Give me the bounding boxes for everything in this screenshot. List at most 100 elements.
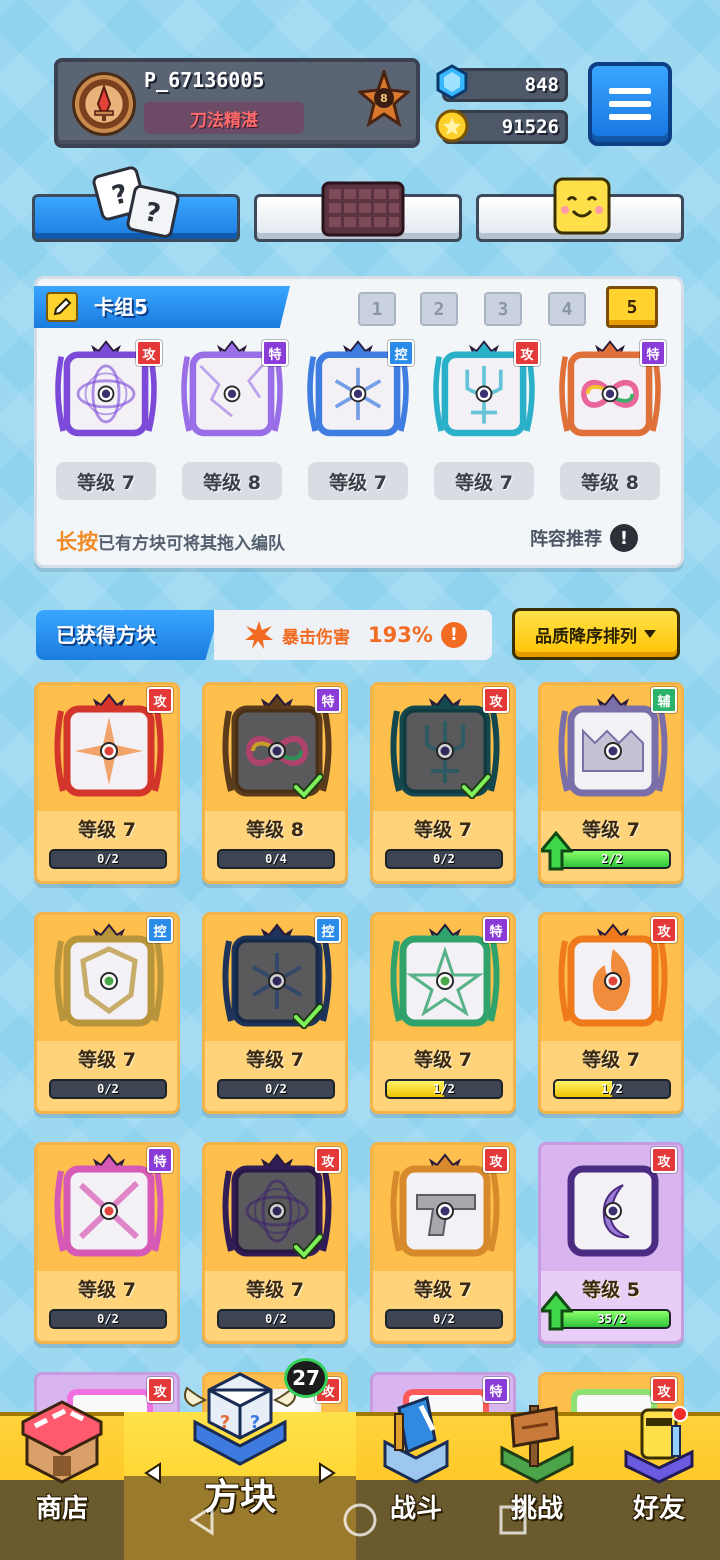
battle-icon <box>383 1395 449 1484</box>
card-type-tag: 攻 <box>315 1147 341 1173</box>
owned-card[interactable]: 攻等级 5 35/2 <box>538 1142 684 1344</box>
card-level: 等级 7 <box>414 1279 472 1301</box>
card-type-tag: 特 <box>483 917 509 943</box>
dice-icon: ? ? <box>92 166 180 238</box>
menu-button[interactable] <box>588 62 672 146</box>
owned-title: 已获得方块 <box>36 610 220 660</box>
avatar[interactable] <box>72 72 136 136</box>
card-type-tag: 攻 <box>651 917 677 943</box>
progress-text: 0/4 <box>265 852 287 866</box>
nav-challenge[interactable]: 挑战 <box>476 1392 598 1525</box>
deck-card[interactable]: 控 <box>304 338 414 446</box>
crit-value: 193% <box>368 623 433 647</box>
card-type-tag: 攻 <box>136 340 162 366</box>
in-deck-check-icon <box>461 773 491 799</box>
shop-icon <box>21 1400 103 1484</box>
nav-friends[interactable]: 好友 <box>598 1392 720 1525</box>
progress-text: 0/2 <box>433 852 455 866</box>
deck-card[interactable]: 特 <box>178 338 288 446</box>
card-progress-bar: 1/2 <box>553 1079 671 1099</box>
sword-icon <box>94 84 114 121</box>
progress-text: 0/2 <box>97 1312 119 1326</box>
card-type-tag: 特 <box>640 340 666 366</box>
sort-button[interactable]: 品质降序排列 <box>512 608 680 660</box>
owned-card[interactable]: 控等级 7 0/2 <box>34 912 180 1114</box>
deck-slot-1[interactable]: 1 <box>358 292 396 326</box>
in-deck-check-icon <box>293 773 323 799</box>
card-level: 等级 7 <box>246 1049 304 1071</box>
owned-card[interactable]: 辅等级 7 2/2 <box>538 682 684 884</box>
player-name: P_67136005 <box>144 68 265 92</box>
system-recents-icon[interactable] <box>498 1504 528 1536</box>
deck-slot-2[interactable]: 2 <box>420 292 458 326</box>
crit-damage-box[interactable]: 暴击伤害 193% ! <box>214 610 492 660</box>
upgrade-arrow-icon[interactable] <box>539 1291 573 1331</box>
player-profile[interactable]: P_67136005 刀法精湛 8 <box>54 58 420 148</box>
card-progress-bar: 0/2 <box>49 849 167 869</box>
sort-label: 品质降序排列 <box>535 626 637 647</box>
info-icon: ! <box>610 524 638 552</box>
crit-label: 暴击伤害 <box>282 627 350 648</box>
nav-label: 战斗 <box>389 1494 442 1524</box>
svg-text:?: ? <box>220 1412 230 1433</box>
deck-card-level: 等级 7 <box>308 462 408 500</box>
card-type-tag: 控 <box>315 917 341 943</box>
in-deck-check-icon <box>293 1233 323 1259</box>
deck-card-level: 等级 8 <box>182 462 282 500</box>
deck-slot-5[interactable]: 5 <box>606 286 658 328</box>
deck-card[interactable]: 攻 <box>430 338 540 446</box>
owned-card[interactable]: 攻等级 7 1/2 <box>538 912 684 1114</box>
card-type-tag: 攻 <box>651 1147 677 1173</box>
lineup-recommend-button[interactable]: 阵容推荐 ! <box>530 524 638 552</box>
nav-shop[interactable]: 商店 <box>0 1392 124 1525</box>
progress-text: 1/2 <box>601 1082 623 1096</box>
owned-card[interactable]: 攻等级 7 0/2 <box>370 682 516 884</box>
card-type-tag: 特 <box>262 340 288 366</box>
owned-card[interactable]: 特等级 7 1/2 <box>370 912 516 1114</box>
owned-card[interactable]: 攻等级 7 0/2 <box>370 1142 516 1344</box>
upgrade-arrow-icon[interactable] <box>539 831 573 871</box>
player-title: 刀法精湛 <box>144 102 304 134</box>
owned-card[interactable]: 控等级 7 0/2 <box>202 912 348 1114</box>
card-type-tag: 控 <box>388 340 414 366</box>
tab-board[interactable] <box>254 181 462 242</box>
progress-text: 1/2 <box>433 1082 455 1096</box>
owned-card[interactable]: 攻等级 7 0/2 <box>34 682 180 884</box>
tab-emoji[interactable] <box>476 177 684 242</box>
board-icon <box>321 181 405 237</box>
tab-dice[interactable]: ? ? <box>32 166 240 242</box>
crit-info-icon[interactable]: ! <box>440 622 467 648</box>
deck-slot-3[interactable]: 3 <box>484 292 522 326</box>
card-level: 等级 7 <box>414 819 472 841</box>
deck-card[interactable]: 攻 <box>52 338 162 446</box>
card-level: 等级 7 <box>78 819 136 841</box>
card-type-tag: 攻 <box>514 340 540 366</box>
system-back-icon[interactable] <box>188 1504 216 1536</box>
deck-hint: 长按已有方块可将其拖入编队 <box>56 526 285 556</box>
progress-text: 0/2 <box>97 852 119 866</box>
card-type-tag: 特 <box>147 1147 173 1173</box>
card-level: 等级 7 <box>78 1049 136 1071</box>
rename-deck-button[interactable] <box>46 292 78 322</box>
owned-card[interactable]: 特等级 8 0/4 <box>202 682 348 884</box>
card-progress-bar: 0/2 <box>385 849 503 869</box>
arrow-left-icon[interactable] <box>144 1462 162 1484</box>
nav-label: 商店 <box>35 1494 88 1524</box>
owned-card[interactable]: 攻等级 7 0/2 <box>202 1142 348 1344</box>
in-deck-check-icon <box>293 1003 323 1029</box>
deck-card[interactable]: 特 <box>556 338 666 446</box>
card-progress-bar: 1/2 <box>385 1079 503 1099</box>
progress-text: 0/2 <box>433 1312 455 1326</box>
card-level: 等级 7 <box>78 1279 136 1301</box>
owned-card[interactable]: 特等级 7 0/2 <box>34 1142 180 1344</box>
card-level: 等级 7 <box>582 1049 640 1071</box>
card-progress-bar: 0/2 <box>385 1309 503 1329</box>
deck-slot-4[interactable]: 4 <box>548 292 586 326</box>
arrow-right-icon[interactable] <box>318 1462 336 1484</box>
card-progress-bar: 0/2 <box>49 1309 167 1329</box>
deck-card-level: 等级 7 <box>434 462 534 500</box>
system-home-icon[interactable] <box>342 1502 378 1538</box>
chevron-down-icon <box>644 630 656 638</box>
card-level: 等级 7 <box>414 1049 472 1071</box>
card-progress-bar: 0/2 <box>49 1079 167 1099</box>
